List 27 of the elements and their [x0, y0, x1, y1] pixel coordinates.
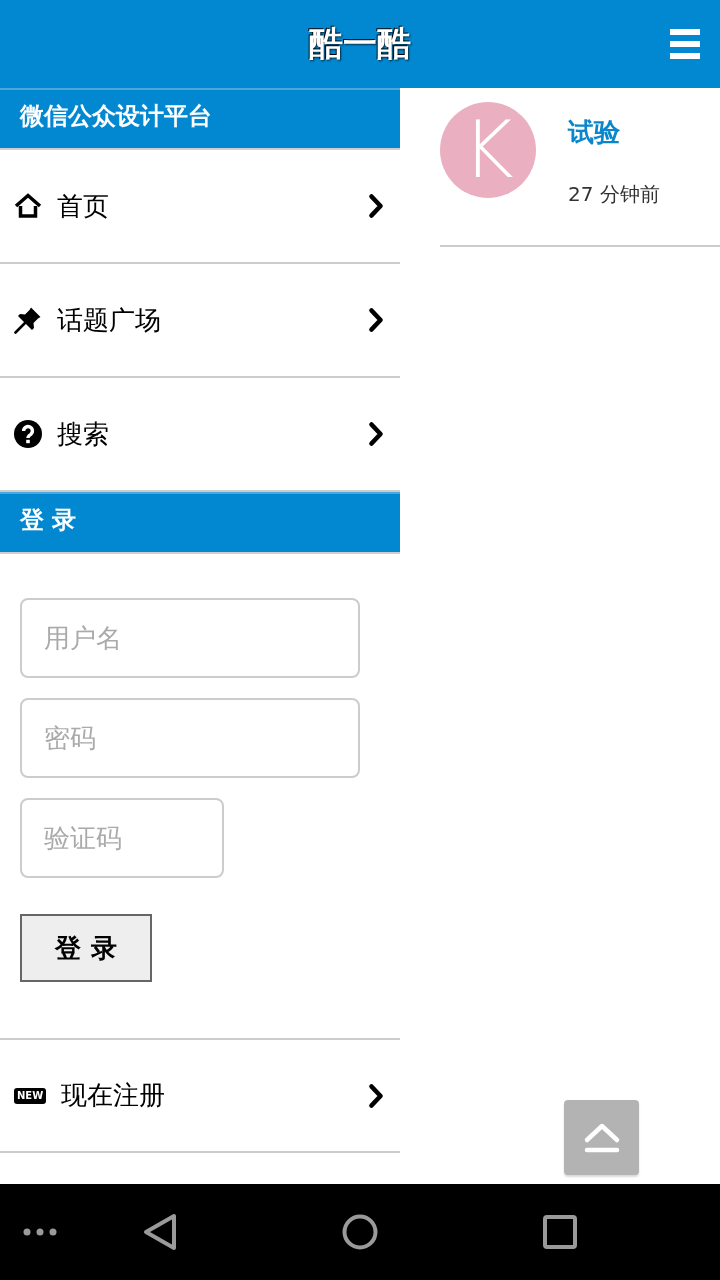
menu-item[interactable]: 首页	[0, 150, 400, 264]
more-icon[interactable]	[23, 1228, 57, 1236]
post-title[interactable]: 试验	[568, 116, 620, 148]
chevron-right-icon	[368, 1082, 384, 1109]
chevron-right-icon	[368, 307, 384, 333]
chevron-right-icon	[368, 421, 384, 447]
help-icon	[14, 420, 42, 448]
avatar: K	[440, 102, 536, 198]
pin-icon	[14, 306, 42, 334]
new-badge: NEW	[14, 1087, 47, 1104]
input-field[interactable]: 验证码	[20, 798, 224, 878]
home-icon	[14, 193, 42, 219]
square-icon[interactable]	[543, 1215, 577, 1249]
circle-icon[interactable]	[342, 1214, 378, 1250]
menu-icon[interactable]	[670, 29, 700, 59]
section-header: 微信公众设计平台	[0, 88, 400, 150]
chevron-right-icon	[368, 193, 384, 219]
menu-item[interactable]: 话题广场	[0, 264, 400, 378]
menu-item[interactable]: NEW 现在注册	[0, 1038, 400, 1153]
input-field[interactable]: 密码	[20, 698, 360, 778]
caret-up-icon	[582, 1121, 621, 1154]
section-header: 登 录	[0, 492, 400, 554]
post-time: 27 分钟前	[568, 181, 660, 207]
login-button[interactable]: 登 录	[20, 914, 152, 982]
back-icon[interactable]	[142, 1213, 178, 1251]
input-field[interactable]: 用户名	[20, 598, 360, 678]
app-title: 酷一酷	[309, 22, 411, 65]
